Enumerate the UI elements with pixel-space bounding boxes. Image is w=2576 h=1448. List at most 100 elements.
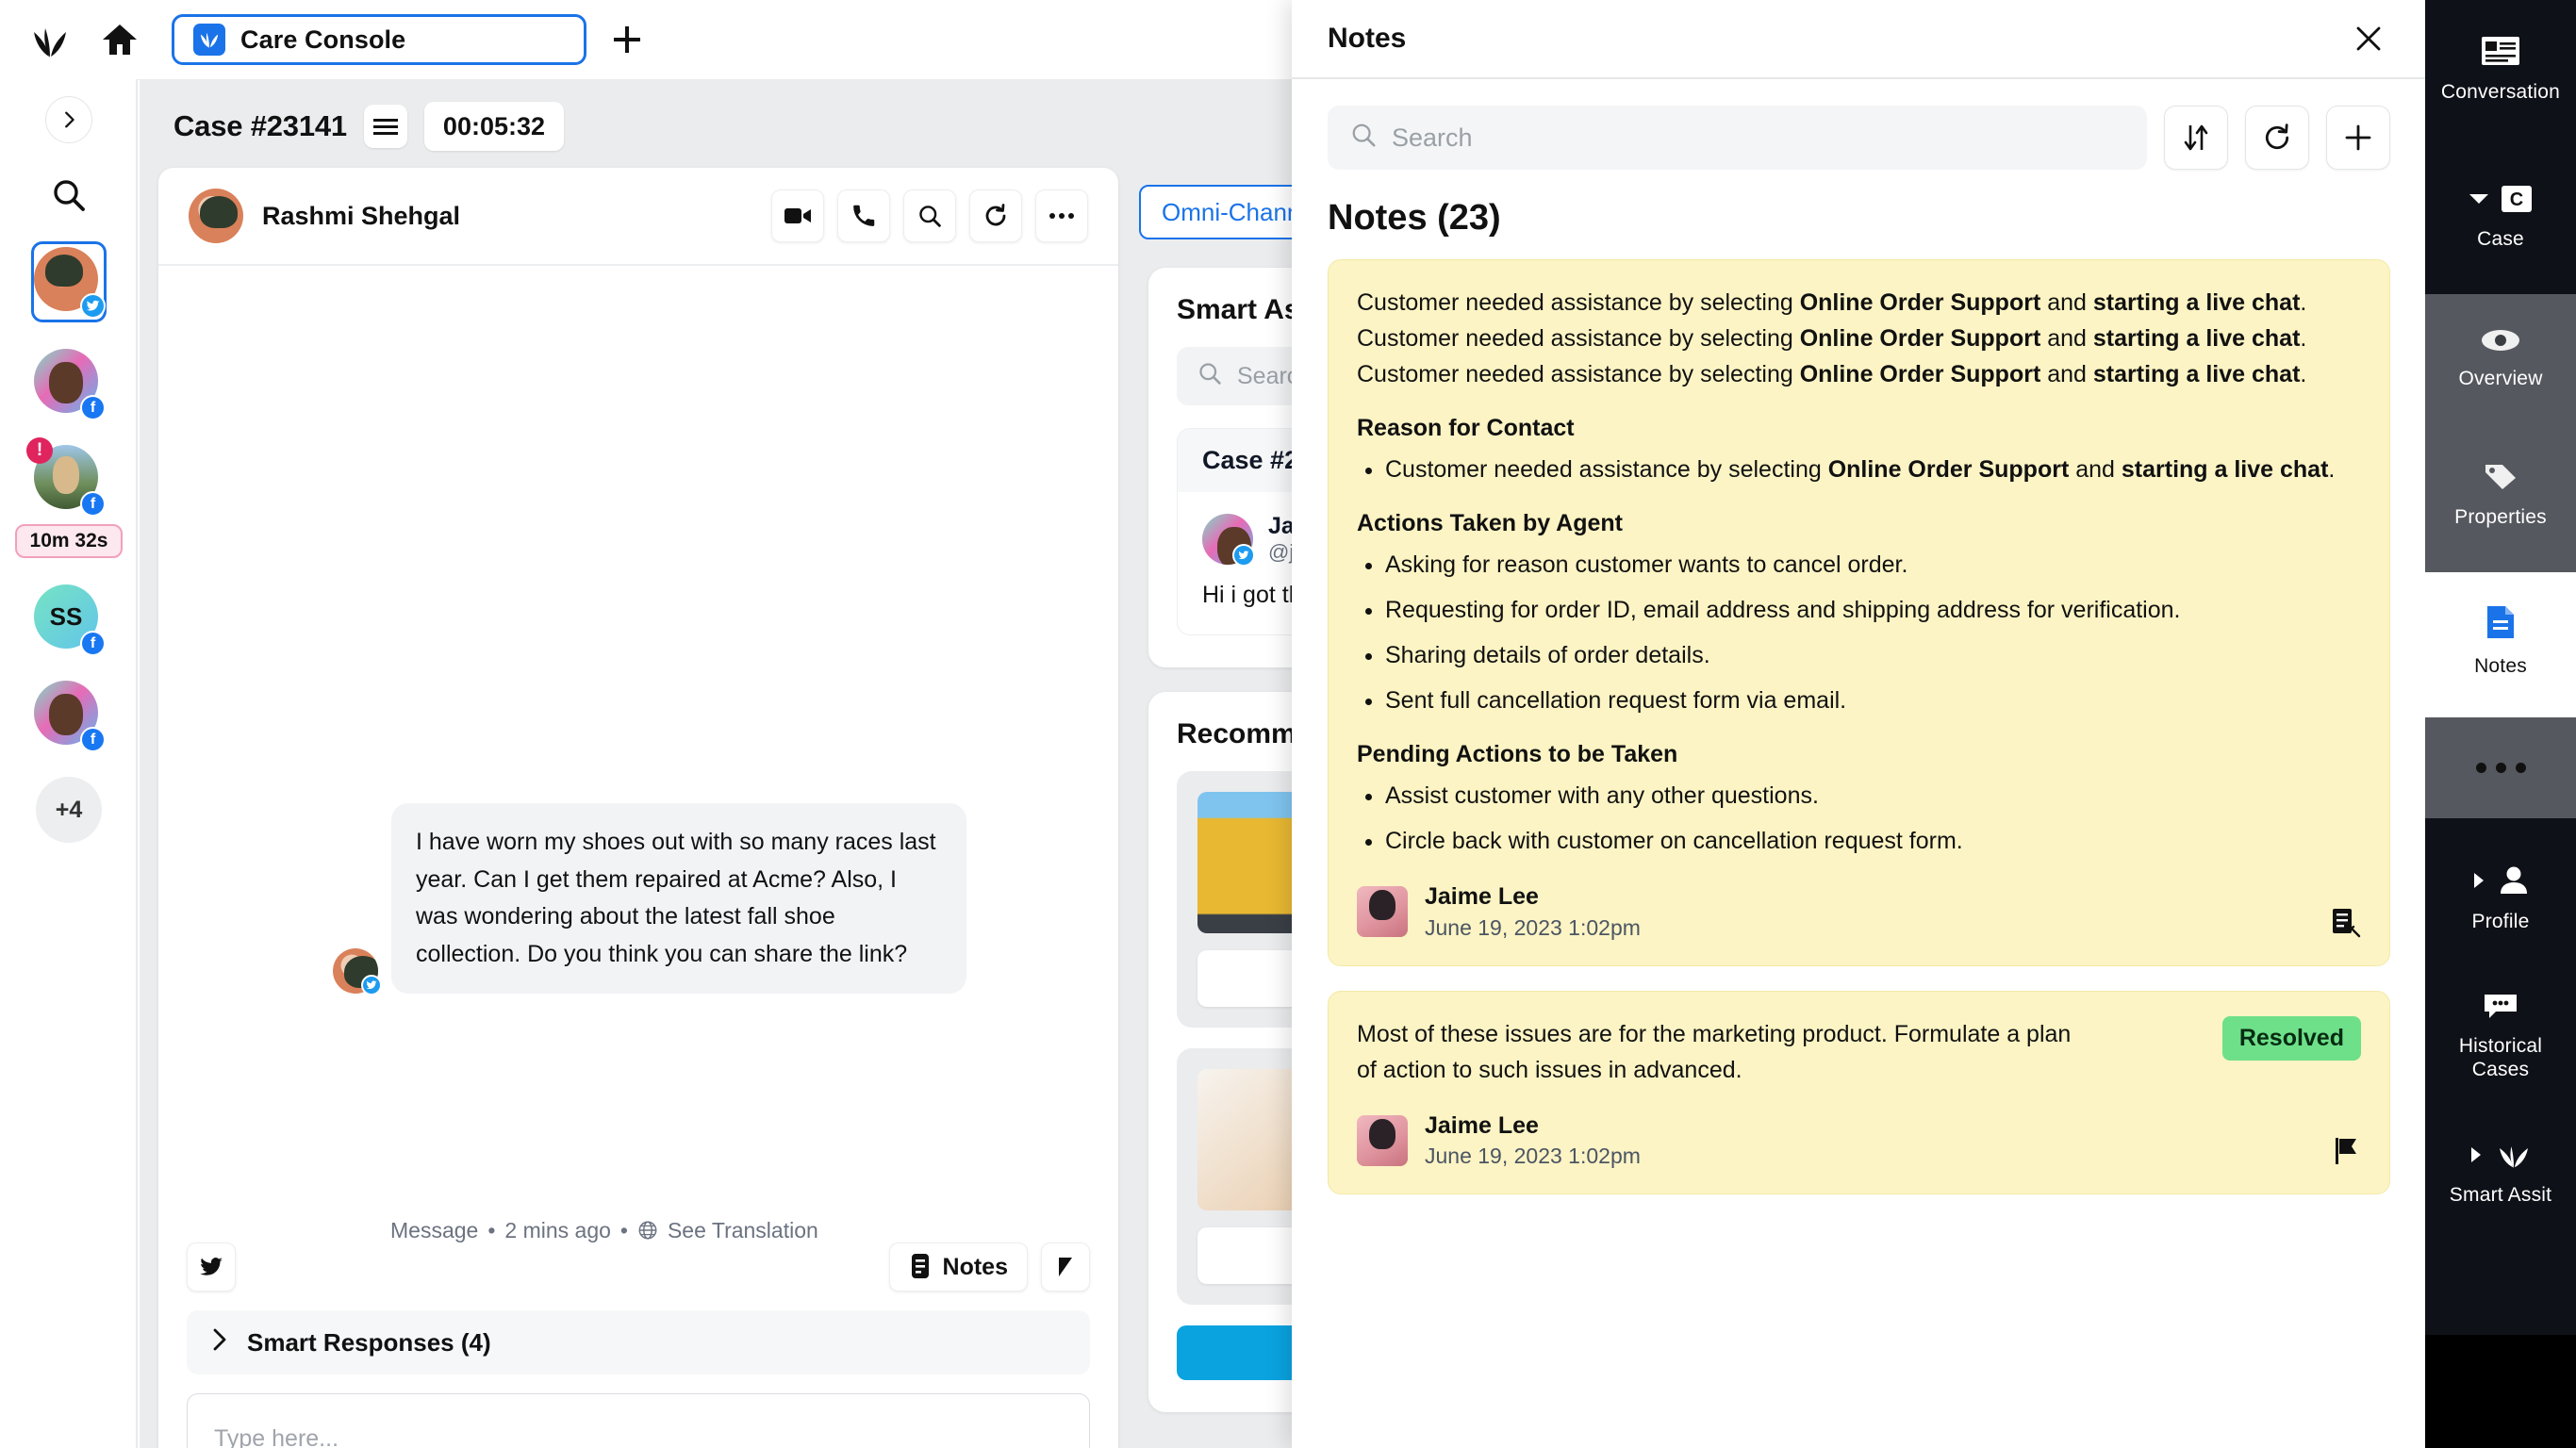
notes-search-placeholder: Search: [1392, 123, 1473, 152]
sprout-logo-icon: [2495, 1141, 2533, 1174]
rail-overview[interactable]: Overview: [2425, 305, 2576, 413]
tab-label: Care Console: [240, 25, 406, 54]
rail-label: Case: [2477, 228, 2524, 251]
rail-label: Smart Assit: [2449, 1183, 2552, 1206]
rail-properties[interactable]: Properties: [2425, 438, 2576, 551]
sidebar-item-avatar-contact-3[interactable]: ! f: [26, 437, 106, 517]
note-section-bullets: Assist customer with any other questions…: [1385, 778, 2361, 859]
chevron-down-icon: [2469, 191, 2489, 211]
see-translation-link[interactable]: See Translation: [668, 1218, 818, 1243]
rail-label: Notes: [2474, 654, 2527, 677]
care-console-icon: [193, 24, 230, 56]
conversation-card-icon: [2481, 36, 2520, 71]
message-type: Message: [390, 1218, 479, 1242]
note-edit-icon[interactable]: [2329, 906, 2361, 943]
rail-notes[interactable]: Notes: [2425, 582, 2576, 700]
sidebar-item-avatar-contact-4[interactable]: SS f: [34, 584, 106, 656]
avatar: [189, 189, 243, 243]
message-time: 2 mins ago: [504, 1218, 611, 1242]
meta-separator: •: [619, 1218, 628, 1242]
more-options-icon[interactable]: [1035, 189, 1088, 242]
note-date: June 19, 2023 1:02pm: [1425, 914, 1641, 940]
search-icon[interactable]: [43, 170, 94, 221]
expand-icon[interactable]: [1041, 1242, 1090, 1292]
conversation-actions: [771, 189, 1088, 242]
home-icon[interactable]: [91, 13, 149, 66]
rail-group-notes: Notes: [2425, 571, 2576, 717]
person-icon: [2498, 865, 2530, 900]
message-bubble: I have worn my shoes out with so many ra…: [391, 803, 966, 994]
twitter-icon[interactable]: [187, 1242, 236, 1292]
note-author: Jaime Lee: [1425, 1111, 1539, 1139]
close-icon[interactable]: [2347, 17, 2390, 60]
conversation-panel: Rashmi Shehgal I have worn my shoes out …: [158, 168, 1118, 1448]
facebook-badge-icon: f: [80, 631, 106, 656]
notes-button[interactable]: Notes: [888, 1242, 1028, 1292]
video-call-icon[interactable]: [771, 189, 824, 242]
phone-call-icon[interactable]: [837, 189, 890, 242]
notes-list: Customer needed assistance by selecting …: [1292, 259, 2426, 1195]
left-rail: f ! f 10m 32s SS f f +4: [0, 79, 138, 1448]
rail-smart-assist[interactable]: Smart Assit: [2425, 1118, 2576, 1229]
rail-bottom-filler: [2425, 1335, 2576, 1448]
rail-more[interactable]: [2425, 746, 2576, 790]
notes-drawer-header: Notes: [1292, 0, 2426, 79]
notes-button-label: Notes: [942, 1253, 1008, 1280]
message-avatar: [333, 948, 382, 996]
note-section-heading: Actions Taken by Agent: [1357, 510, 1623, 536]
sidebar-item-avatar-contact-5[interactable]: f: [34, 681, 106, 752]
facebook-badge-icon: f: [80, 491, 106, 517]
sprout-logo-icon[interactable]: [25, 15, 77, 64]
notes-doc-icon: [2485, 604, 2517, 645]
add-note-button[interactable]: [2326, 106, 2390, 170]
smart-responses-toggle[interactable]: Smart Responses (4): [187, 1310, 1090, 1374]
refresh-icon[interactable]: [969, 189, 1022, 242]
notes-search-input[interactable]: Search: [1328, 106, 2147, 170]
flag-icon[interactable]: [2333, 1136, 2361, 1171]
note-section-bullets: Customer needed assistance by selecting …: [1385, 452, 2361, 487]
avatar: [1357, 886, 1408, 938]
note-text: Most of these issues are for the marketi…: [1357, 1020, 2072, 1083]
search-icon: [1197, 361, 1222, 392]
rail-expand-button[interactable]: [45, 96, 92, 143]
chevron-right-icon: [211, 1327, 228, 1358]
avatar-initials: SS: [49, 601, 83, 631]
list-item: Circle back with customer on cancellatio…: [1385, 823, 2361, 859]
notes-count-heading: Notes (23): [1328, 198, 1501, 238]
sort-button[interactable]: [2164, 106, 2228, 170]
plus-icon[interactable]: [605, 18, 649, 61]
chevron-right-icon: [2469, 1145, 2484, 1169]
rail-label: Conversation: [2440, 81, 2561, 103]
refresh-button[interactable]: [2245, 106, 2309, 170]
list-item: Assist customer with any other questions…: [1385, 778, 2361, 814]
chevron-right-icon: [2471, 871, 2486, 895]
rail-label: Overview: [2458, 368, 2543, 390]
search-icon[interactable]: [903, 189, 956, 242]
note-intro: Customer needed assistance by selecting …: [1357, 289, 2307, 387]
avatar-overflow-button[interactable]: +4: [36, 777, 102, 843]
list-item: Requesting for order ID, email address a…: [1385, 592, 2361, 628]
note-card-marketing[interactable]: Resolved Most of these issues are for th…: [1328, 990, 2390, 1195]
conversation-avatar-list: f ! f 10m 32s SS f f +4: [14, 241, 124, 843]
rail-divider: [136, 79, 138, 1448]
message-composer[interactable]: Type here...: [187, 1393, 1090, 1448]
twitter-badge-icon: [361, 975, 382, 996]
svg-text:C: C: [2510, 189, 2523, 210]
alert-badge-icon: !: [26, 437, 53, 464]
sidebar-item-avatar-rashmi[interactable]: [31, 241, 107, 322]
tab-care-console[interactable]: Care Console: [172, 14, 586, 65]
hamburger-icon[interactable]: [363, 105, 407, 148]
sidebar-item-avatar-contact-2[interactable]: f: [34, 349, 106, 420]
notes-drawer-title: Notes: [1328, 23, 1407, 54]
rail-historical-cases[interactable]: Historical Cases: [2425, 969, 2576, 1104]
case-c-icon: C: [2501, 185, 2533, 218]
note-card-summary[interactable]: Customer needed assistance by selecting …: [1328, 259, 2390, 966]
note-date: June 19, 2023 1:02pm: [1425, 1144, 1641, 1169]
meta-separator: •: [487, 1218, 496, 1242]
rail-conversation[interactable]: Conversation: [2425, 13, 2576, 126]
rail-profile[interactable]: Profile: [2425, 843, 2576, 956]
rail-case[interactable]: C Case: [2425, 162, 2576, 273]
note-footer: Jaime Lee June 19, 2023 1:02pm: [1357, 1111, 2361, 1172]
rail-group-overview-properties: Overview Properties: [2425, 294, 2576, 572]
note-section-heading: Reason for Contact: [1357, 415, 1575, 441]
